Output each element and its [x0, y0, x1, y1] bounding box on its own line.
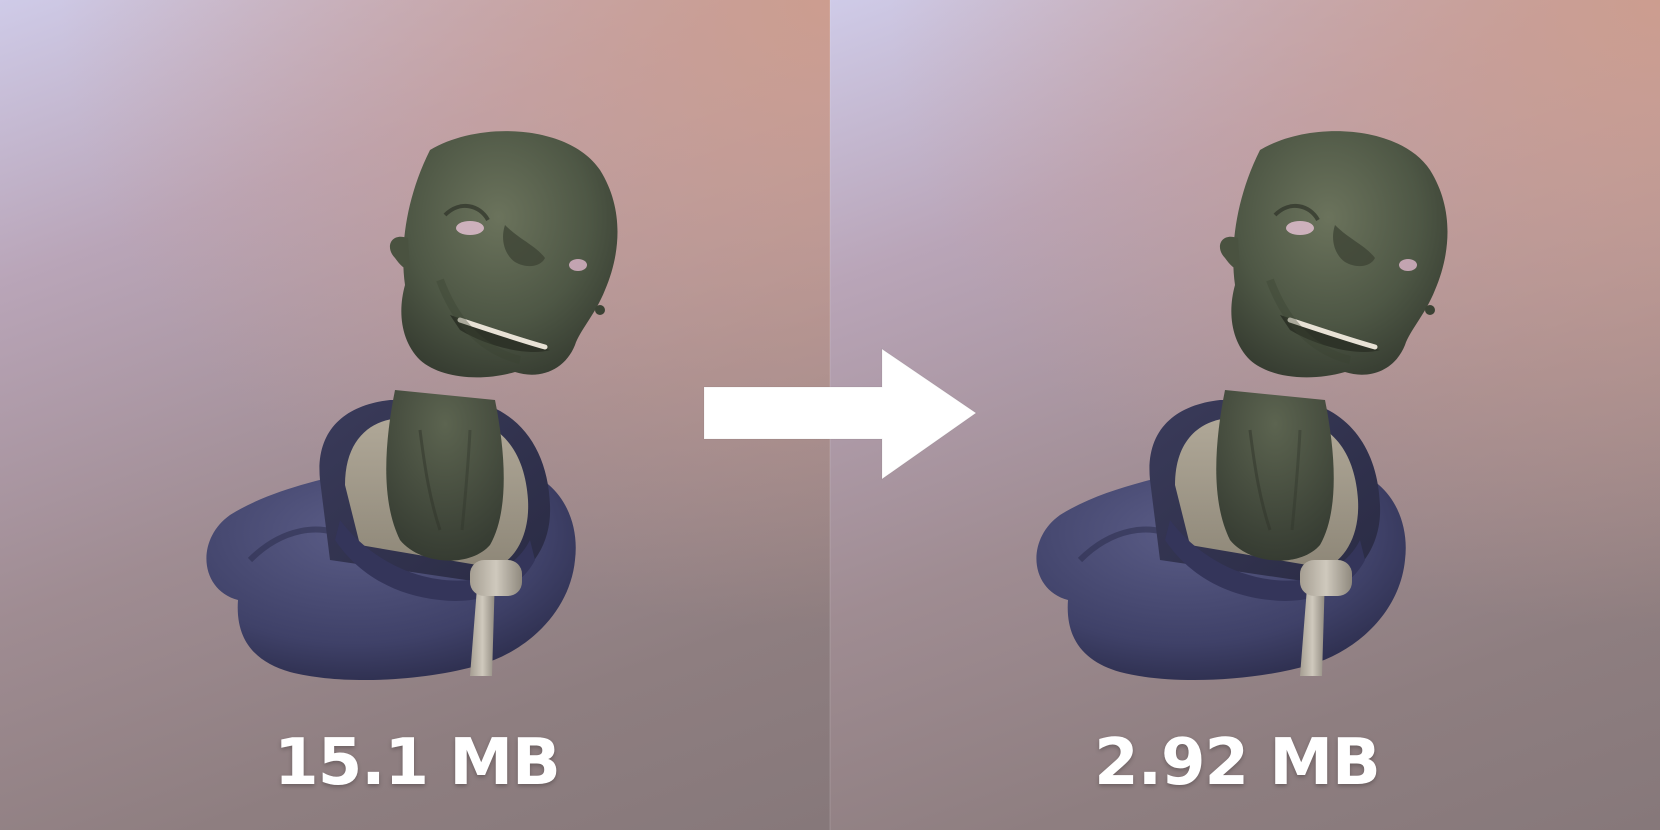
arrow-right-icon: [703, 348, 977, 480]
file-size-before: 15.1 MB: [274, 726, 561, 800]
file-size-after: 2.92 MB: [1094, 726, 1381, 800]
